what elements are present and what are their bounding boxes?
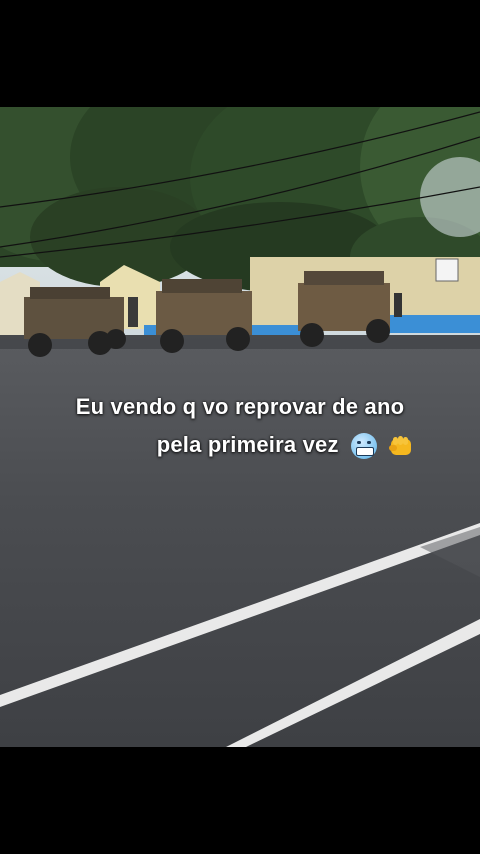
fist-icon (389, 436, 412, 456)
letterbox-top (0, 0, 480, 107)
letterbox-bottom (0, 747, 480, 854)
caption-line-2: pela primeira vez (0, 426, 480, 464)
caption-line-2-text: pela primeira vez (156, 432, 339, 457)
cold-face-icon (350, 433, 377, 460)
caption-line-1: Eu vendo q vo reprovar de ano (75, 394, 405, 419)
caption: Eu vendo q vo reprovar de ano pela prime… (0, 388, 480, 464)
